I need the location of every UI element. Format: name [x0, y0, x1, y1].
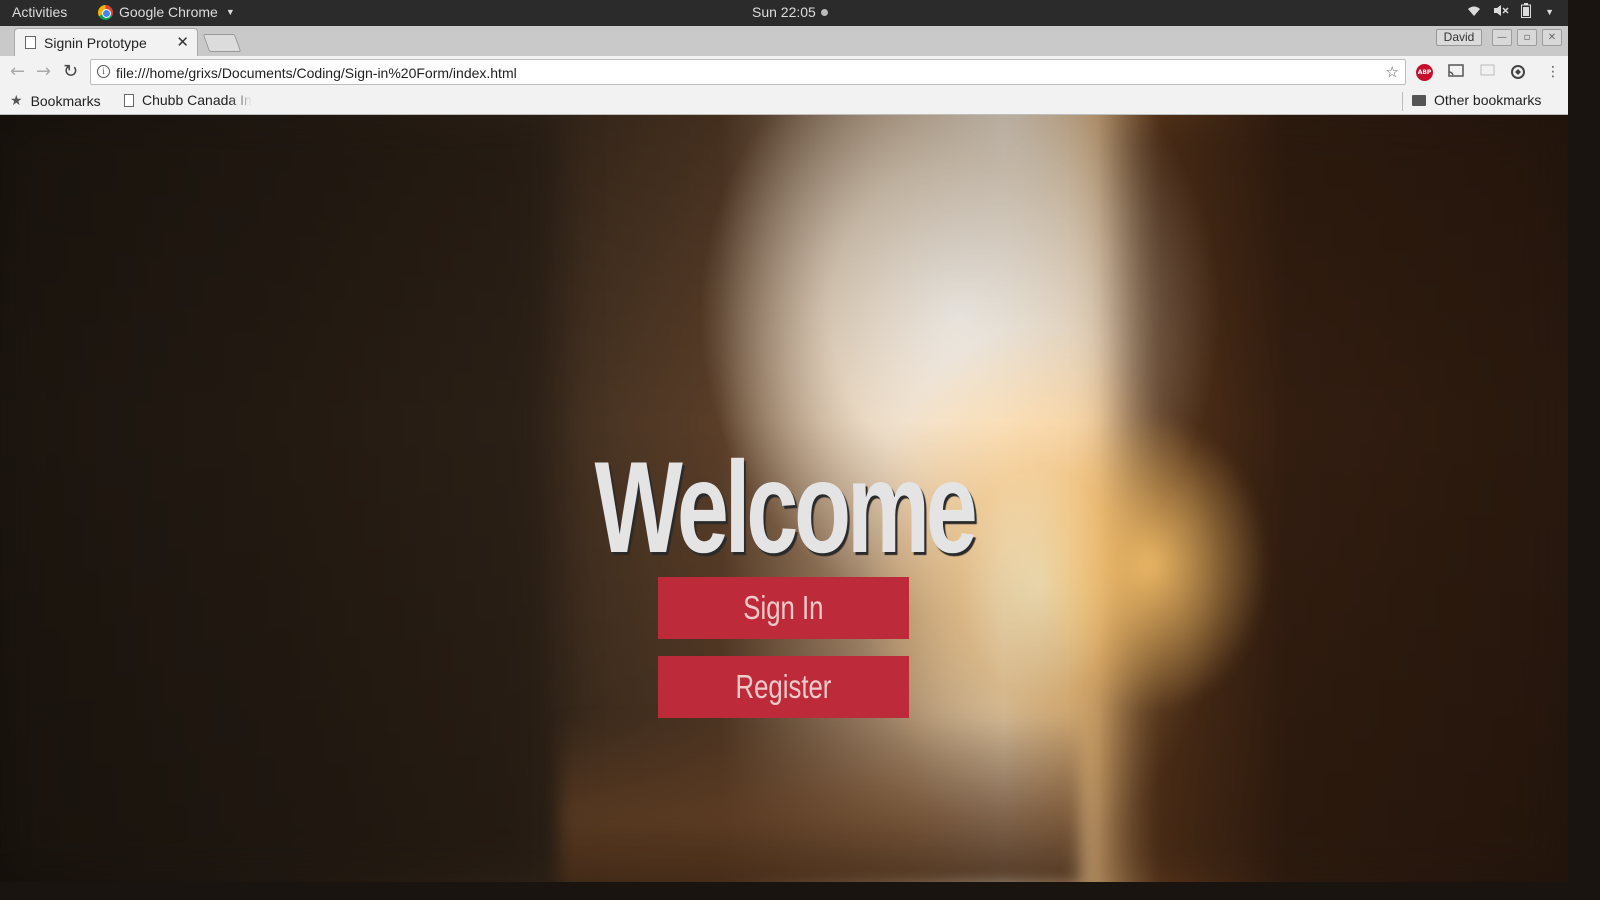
back-button[interactable]: ←: [10, 61, 25, 82]
address-bar[interactable]: i ☆: [90, 59, 1406, 85]
notification-dot-icon: [820, 8, 828, 16]
url-input[interactable]: [116, 63, 1366, 82]
forward-button[interactable]: →: [36, 61, 51, 82]
minimize-button[interactable]: —: [1492, 29, 1512, 46]
sync-icon[interactable]: [1510, 64, 1526, 84]
close-tab-icon[interactable]: ✕: [176, 33, 189, 51]
info-icon[interactable]: i: [97, 65, 110, 78]
app-menu[interactable]: Google Chrome ▼: [98, 4, 235, 20]
star-icon: ★: [10, 92, 23, 108]
battery-icon: [1521, 3, 1532, 21]
sign-in-button[interactable]: Sign In: [658, 577, 909, 639]
new-tab-button[interactable]: [202, 34, 242, 52]
reload-button[interactable]: ↻: [63, 61, 78, 82]
folder-icon: [1412, 94, 1426, 106]
volume-muted-icon: [1493, 4, 1509, 20]
profile-button[interactable]: David: [1436, 29, 1482, 46]
sign-in-label: Sign In: [743, 589, 824, 626]
extension-icon[interactable]: [1480, 64, 1495, 80]
system-top-bar: Activities Google Chrome ▼ Sun 22:05 ▼: [0, 0, 1568, 26]
background-image: [560, 715, 1080, 882]
page-icon: [124, 93, 134, 107]
register-button[interactable]: Register: [658, 656, 909, 718]
tab-strip: Signin Prototype ✕ David — ▫ ✕: [0, 26, 1568, 56]
clock-text: Sun 22:05: [752, 4, 816, 20]
bookmarks-folder[interactable]: ★ Bookmarks: [10, 92, 101, 109]
chrome-logo-icon: [98, 4, 113, 20]
page-content: Welcome Sign In Register: [0, 115, 1568, 882]
browser-toolbar: ← → ↻ i ☆ ABP ⋮: [0, 56, 1568, 88]
tab-title: Signin Prototype: [44, 35, 147, 51]
activities-button[interactable]: Activities: [12, 4, 67, 20]
bookmark-item-label: Chubb Canada In: [142, 92, 252, 108]
chevron-down-icon: ▼: [225, 7, 235, 17]
menu-icon[interactable]: ⋮: [1546, 64, 1560, 80]
chevron-down-icon: ▼: [1545, 7, 1554, 17]
bookmarks-label: Bookmarks: [30, 92, 101, 109]
app-name: Google Chrome: [119, 4, 218, 20]
tab-signin-prototype[interactable]: Signin Prototype ✕: [14, 28, 198, 56]
cast-icon[interactable]: [1448, 64, 1464, 81]
bookmarks-bar: ★ Bookmarks Chubb Canada In Other bookma…: [0, 88, 1568, 115]
adblock-plus-icon[interactable]: ABP: [1416, 64, 1433, 81]
close-window-button[interactable]: ✕: [1542, 29, 1562, 46]
clock[interactable]: Sun 22:05: [752, 4, 828, 20]
bookmark-item[interactable]: Chubb Canada In: [124, 92, 252, 108]
wifi-icon: [1467, 5, 1481, 20]
other-bookmarks-label: Other bookmarks: [1434, 92, 1542, 108]
register-label: Register: [735, 668, 832, 705]
system-tray[interactable]: ▼: [1467, 3, 1554, 21]
page-icon: [25, 36, 36, 49]
other-bookmarks-folder[interactable]: Other bookmarks: [1412, 92, 1541, 108]
divider: [1402, 92, 1403, 111]
page-title: Welcome: [594, 434, 978, 580]
bookmark-star-icon[interactable]: ☆: [1386, 63, 1399, 81]
maximize-button[interactable]: ▫: [1517, 29, 1537, 46]
